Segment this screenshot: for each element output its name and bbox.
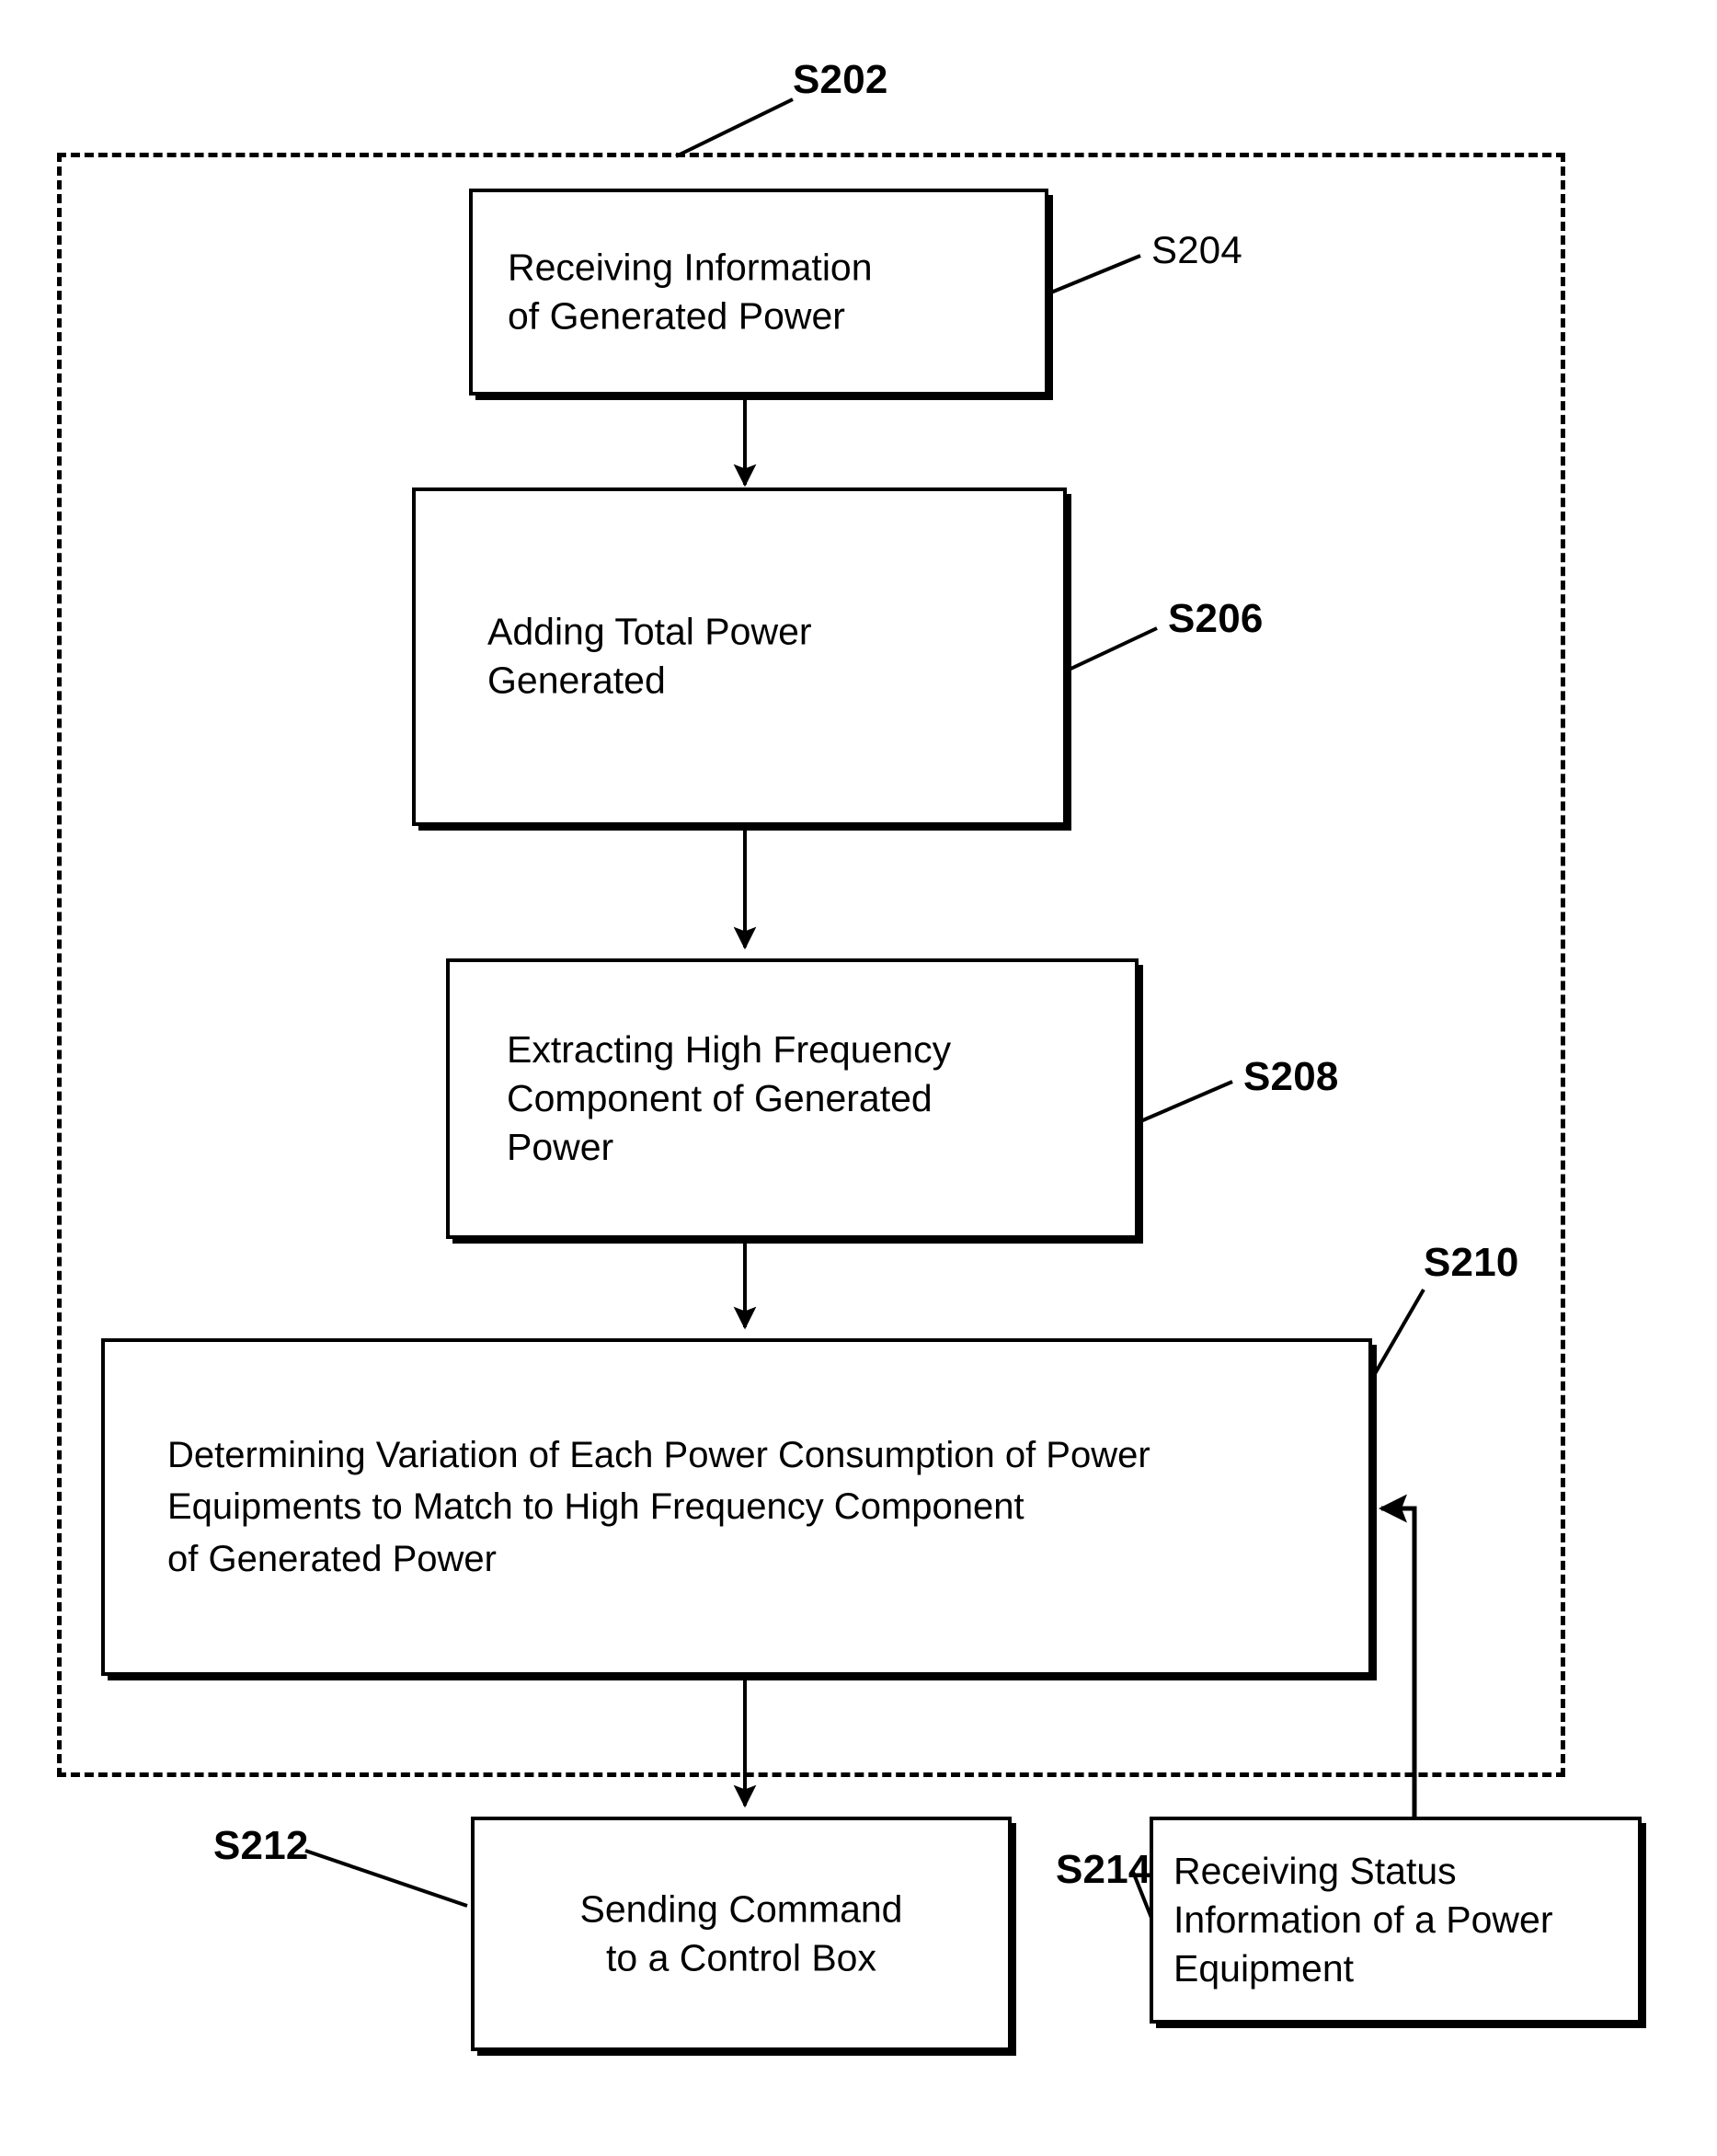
figure-canvas: Receiving Information of Generated Power… (0, 0, 1717, 2156)
step-text-s204: Receiving Information of Generated Power (508, 246, 873, 338)
step-box-s210[interactable]: Determining Variation of Each Power Cons… (101, 1338, 1372, 1676)
ref-label-s204: S204 (1151, 228, 1242, 271)
step-text-s208: Extracting High Frequency Component of G… (507, 1027, 952, 1169)
ref-label-s214: S214 (1056, 1847, 1151, 1892)
step-box-s206[interactable]: Adding Total Power Generated (412, 487, 1067, 826)
ref-label-s206: S206 (1168, 596, 1264, 641)
step-text-s212: Sending Command to a Control Box (579, 1887, 903, 1979)
ref-label-s208: S208 (1243, 1054, 1339, 1099)
step-box-s212[interactable]: Sending Command to a Control Box (471, 1817, 1012, 2051)
ref-label-boundary-s202: S202 (793, 57, 888, 102)
leader-s202 (675, 97, 794, 158)
step-box-s208[interactable]: Extracting High Frequency Component of G… (446, 958, 1139, 1239)
step-box-s214[interactable]: Receiving Status Information of a Power … (1150, 1817, 1642, 2024)
step-text-s214: Receiving Status Information of a Power … (1173, 1849, 1553, 1990)
ref-label-s210: S210 (1424, 1240, 1519, 1285)
step-text-s210: Determining Variation of Each Power Cons… (167, 1434, 1150, 1579)
ref-label-s212: S212 (213, 1823, 309, 1868)
step-text-s206: Adding Total Power Generated (487, 610, 812, 702)
step-box-s204[interactable]: Receiving Information of Generated Power (469, 189, 1048, 396)
leader-s212 (304, 1849, 468, 1908)
